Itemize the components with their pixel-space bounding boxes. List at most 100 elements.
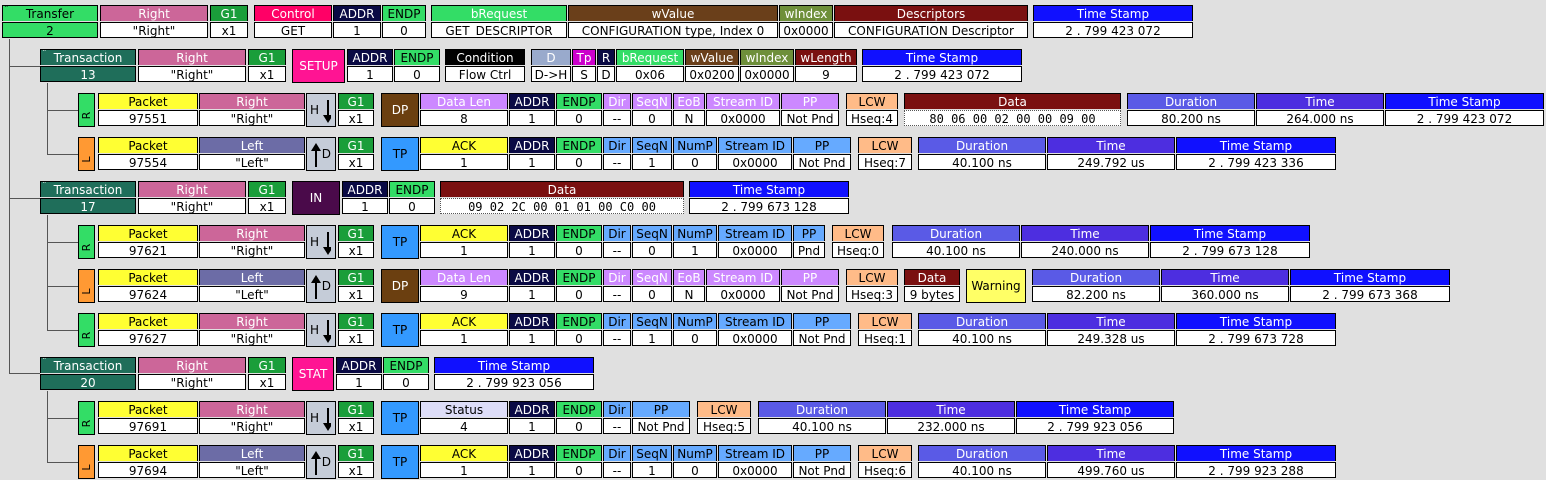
tp-ack: ACK 1 <box>420 225 508 259</box>
packet-duration: Duration 40.100 ns <box>918 445 1046 479</box>
packet-direction: Right "Right" <box>199 225 305 259</box>
device-arrow-up: D <box>306 445 336 479</box>
transaction-row[interactable]: ˄ Transaction 13 Right "Right" G1 x1 SETU… <box>40 49 1030 83</box>
packet-nump: NumP 0 <box>673 445 717 479</box>
transfer-windex: wIndex 0x0000 <box>779 5 833 39</box>
packet-duration: Duration 40.100 ns <box>892 225 1020 259</box>
transfer-endp: ENDP 0 <box>382 5 426 39</box>
collapse-icon[interactable]: ˄ <box>42 358 47 367</box>
packet-dir: Dir -- <box>603 137 631 171</box>
transfer-row[interactable]: ˄ Transfer 2 Right "Right" G1 x1 Control … <box>2 5 1542 39</box>
packet-row[interactable]: R Packet 97551 Right "Right" H G1 x1 DP … <box>78 93 1544 127</box>
transaction-data[interactable]: Data 09 02 2C 00 01 01 00 C0 00 <box>440 181 684 215</box>
packet-row[interactable]: L Packet 97554 Left "Left" D G1 x1 TP AC… <box>78 137 1338 171</box>
setup-pid: SETUP <box>292 49 345 83</box>
packet-g1: G1 x1 <box>338 93 374 127</box>
collapse-icon[interactable]: ˄ <box>4 6 9 15</box>
collapse-icon[interactable]: ˄ <box>42 182 47 191</box>
tree-branch-p97691 <box>47 418 78 419</box>
in-pid: IN <box>292 181 340 215</box>
packet-time: Time 360.000 ns <box>1161 269 1289 303</box>
packet-dir: Dir -- <box>603 313 631 347</box>
packet-dir: Dir -- <box>603 93 631 127</box>
tree-line-t1 <box>47 83 48 154</box>
transfer-control: Control GET <box>254 5 332 39</box>
setup-r: R D <box>597 49 615 83</box>
packet-lcw: LCW Hseq:0 <box>832 225 884 259</box>
packet-number[interactable]: Packet 97691 <box>98 401 198 435</box>
packet-type-tp: TP <box>381 313 419 347</box>
transaction-cell[interactable]: ˄ Transaction 17 <box>40 181 136 215</box>
setup-brequest: bRequest 0x06 <box>616 49 684 83</box>
transfer-number: 2 <box>2 22 98 38</box>
transaction-addr: ADDR 1 <box>342 181 388 215</box>
setup-wvalue: wValue 0x0200 <box>685 49 739 83</box>
host-arrow-down: H <box>306 93 336 127</box>
packet-type-dp: DP <box>381 269 419 303</box>
packet-lcw: LCW Hseq:5 <box>697 401 751 435</box>
side-indicator-r: R <box>78 93 95 127</box>
packet-addr: ADDR 1 <box>509 137 555 171</box>
packet-number[interactable]: Packet 97624 <box>98 269 198 303</box>
packet-row[interactable]: R Packet 97621 Right "Right" H G1 x1 TP … <box>78 225 1312 259</box>
packet-g1: G1 x1 <box>338 225 374 259</box>
packet-direction: Right "Right" <box>199 93 305 127</box>
transaction-g1: G1 x1 <box>248 181 286 215</box>
packet-time: Time 249.328 us <box>1047 313 1175 347</box>
arrow-down-icon <box>323 408 331 431</box>
packet-duration: Duration 40.100 ns <box>758 401 886 435</box>
packet-type-dp: DP <box>381 93 419 127</box>
transfer-label: Transfer <box>25 7 75 21</box>
packet-stream-id: Stream ID 0x0000 <box>718 313 792 347</box>
packet-lcw: LCW Hseq:7 <box>858 137 912 171</box>
packet-number[interactable]: Packet 97694 <box>98 445 198 479</box>
packet-number[interactable]: Packet 97627 <box>98 313 198 347</box>
transaction-cell[interactable]: ˄ Transaction 13 <box>40 49 136 83</box>
transaction-g1: G1 x1 <box>248 49 286 83</box>
transaction-g1: G1 x1 <box>248 357 286 391</box>
transaction-timestamp: Time Stamp 2 . 799 423 072 <box>862 49 1022 83</box>
packet-number[interactable]: Packet 97621 <box>98 225 198 259</box>
packet-row[interactable]: R Packet 97691 Right "Right" H G1 x1 TP … <box>78 401 1176 435</box>
packet-lcw: LCW Hseq:1 <box>858 313 912 347</box>
packet-data[interactable]: Data 9 bytes <box>904 269 960 303</box>
arrow-down-icon <box>323 320 331 343</box>
transaction-row[interactable]: ˄ Transaction 20 Right "Right" G1 x1 STAT… <box>40 357 596 391</box>
transfer-cell[interactable]: ˄ Transfer 2 <box>2 5 98 39</box>
transaction-timestamp: Time Stamp 2 . 799 923 056 <box>434 357 594 391</box>
packet-dir: Dir -- <box>603 269 631 303</box>
packet-addr: ADDR 1 <box>509 269 555 303</box>
side-indicator-r: R <box>78 401 95 435</box>
transfer-brequest: bRequest GET_DESCRIPTOR <box>431 5 567 39</box>
tree-branch-p97551 <box>47 110 78 111</box>
packet-number[interactable]: Packet 97551 <box>98 93 198 127</box>
packet-data[interactable]: Data 80 06 00 02 00 00 09 00 <box>904 93 1121 127</box>
packet-time: Time 499.760 us <box>1047 445 1175 479</box>
packet-direction: Left "Left" <box>199 269 305 303</box>
transaction-row[interactable]: ˄ Transaction 17 Right "Right" G1 x1 IN A… <box>40 181 852 215</box>
packet-pp: PP Not Pnd <box>793 313 851 347</box>
packet-row[interactable]: R Packet 97627 Right "Right" H G1 x1 TP … <box>78 313 1338 347</box>
tree-branch-t3 <box>9 373 40 374</box>
tree-branch-t2 <box>9 198 40 199</box>
warning-badge[interactable]: Warning <box>966 269 1026 303</box>
packet-pp: PP Not Pnd <box>793 445 851 479</box>
packet-stream-id: Stream ID 0x0000 <box>718 445 792 479</box>
packet-nump: NumP 0 <box>673 137 717 171</box>
packet-stream-id: Stream ID 0x0000 <box>706 269 780 303</box>
packet-timestamp: Time Stamp 2 . 799 923 056 <box>1016 401 1174 435</box>
setup-tp: Tp S <box>572 49 596 83</box>
transfer-wvalue: wValue CONFIGURATION type, Index 0 <box>568 5 778 39</box>
setup-wlength: wLength 9 <box>795 49 857 83</box>
packet-direction: Right "Right" <box>199 313 305 347</box>
transaction-cell[interactable]: ˄ Transaction 20 <box>40 357 136 391</box>
transaction-direction: Right "Right" <box>138 181 246 215</box>
packet-row[interactable]: L Packet 97624 Left "Left" D G1 x1 DP Da… <box>78 269 1452 303</box>
packet-number[interactable]: Packet 97554 <box>98 137 198 171</box>
tree-branch-p97554 <box>47 154 78 155</box>
condition: Condition Flow Ctrl <box>445 49 525 83</box>
tree-line-transfer <box>9 39 10 373</box>
packet-timestamp: Time Stamp 2 . 799 673 728 <box>1176 313 1336 347</box>
collapse-icon[interactable]: ˄ <box>42 50 47 59</box>
packet-row[interactable]: L Packet 97694 Left "Left" D G1 x1 TP AC… <box>78 445 1338 479</box>
